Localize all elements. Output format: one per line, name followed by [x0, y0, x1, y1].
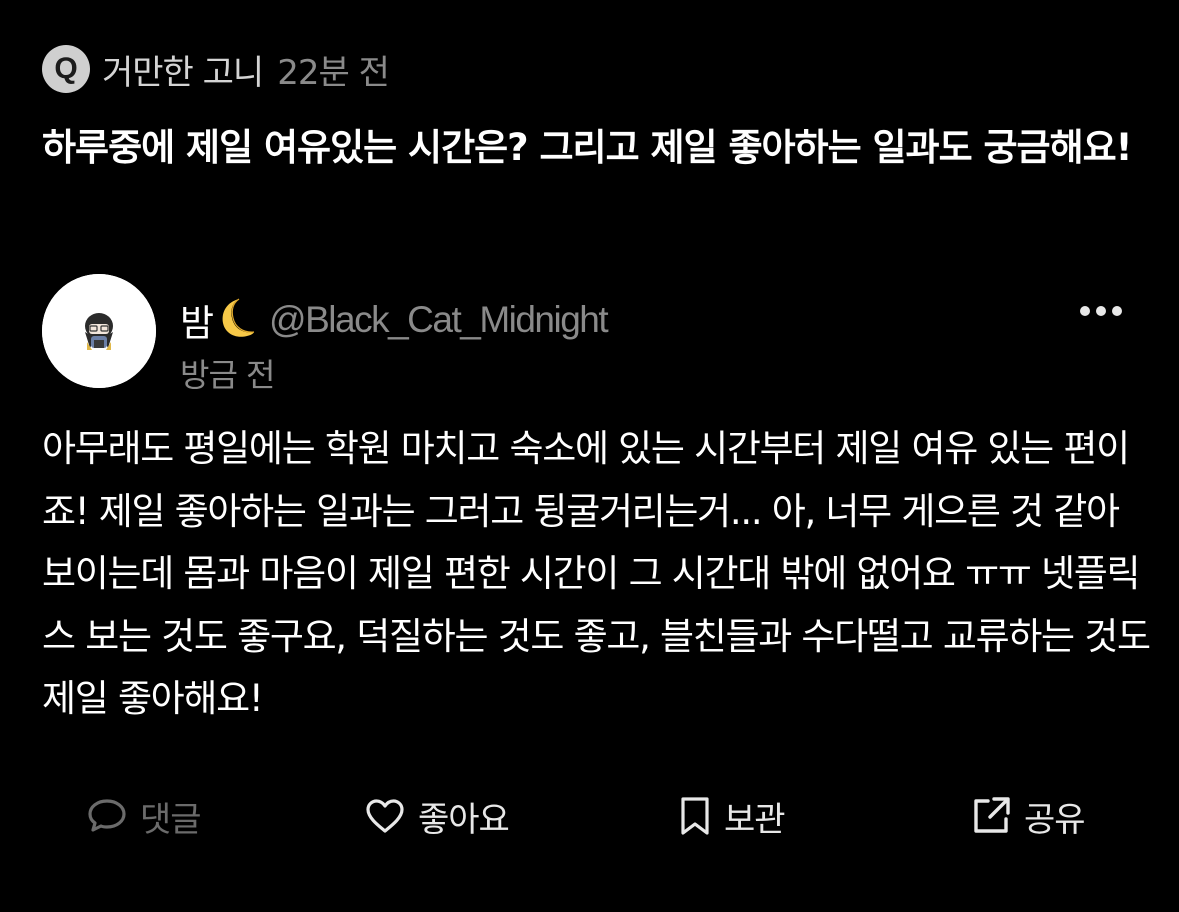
author-name-row: 밤 @Black_Cat_Midnight	[180, 292, 609, 348]
share-external-icon	[974, 797, 1010, 833]
author-display-name[interactable]: 밤	[180, 293, 214, 347]
answer-author: 밤 @Black_Cat_Midnight 방금 전	[180, 292, 609, 396]
share-button[interactable]: 공유	[970, 788, 1086, 844]
like-button[interactable]: 좋아요	[364, 788, 510, 844]
crescent-moon-icon	[217, 297, 255, 343]
comment-label: 댓글	[140, 799, 202, 840]
asker-name[interactable]: 거만한 고니	[102, 45, 264, 94]
like-label: 좋아요	[418, 799, 510, 840]
more-options-button[interactable]	[1076, 296, 1126, 326]
question-header: Q 거만한 고니 22분 전	[42, 44, 390, 94]
comment-icon	[88, 799, 126, 832]
bookmark-label: 보관	[724, 799, 786, 840]
question-badge-icon: Q	[42, 45, 90, 93]
action-bar: 댓글 좋아요 보관 공유	[0, 788, 1179, 844]
more-dots-icon	[1080, 306, 1122, 316]
share-label: 공유	[1024, 799, 1086, 840]
answer-text: 아무래도 평일에는 학원 마치고 숙소에 있는 시간부터 제일 여유 있는 편이…	[42, 427, 1151, 720]
question-text: 하루중에 제일 여유있는 시간은? 그리고 제일 좋아하는 일과도 궁금해요!	[42, 126, 1133, 169]
answer-timestamp: 방금 전	[180, 356, 276, 394]
bookmark-icon	[681, 797, 709, 835]
bookmark-button[interactable]: 보관	[678, 788, 786, 844]
author-handle[interactable]: @Black_Cat_Midnight	[269, 299, 609, 341]
comment-button[interactable]: 댓글	[86, 788, 202, 844]
heart-icon	[366, 799, 404, 833]
question-timestamp: 22분 전	[277, 52, 390, 93]
avatar[interactable]	[42, 274, 156, 388]
